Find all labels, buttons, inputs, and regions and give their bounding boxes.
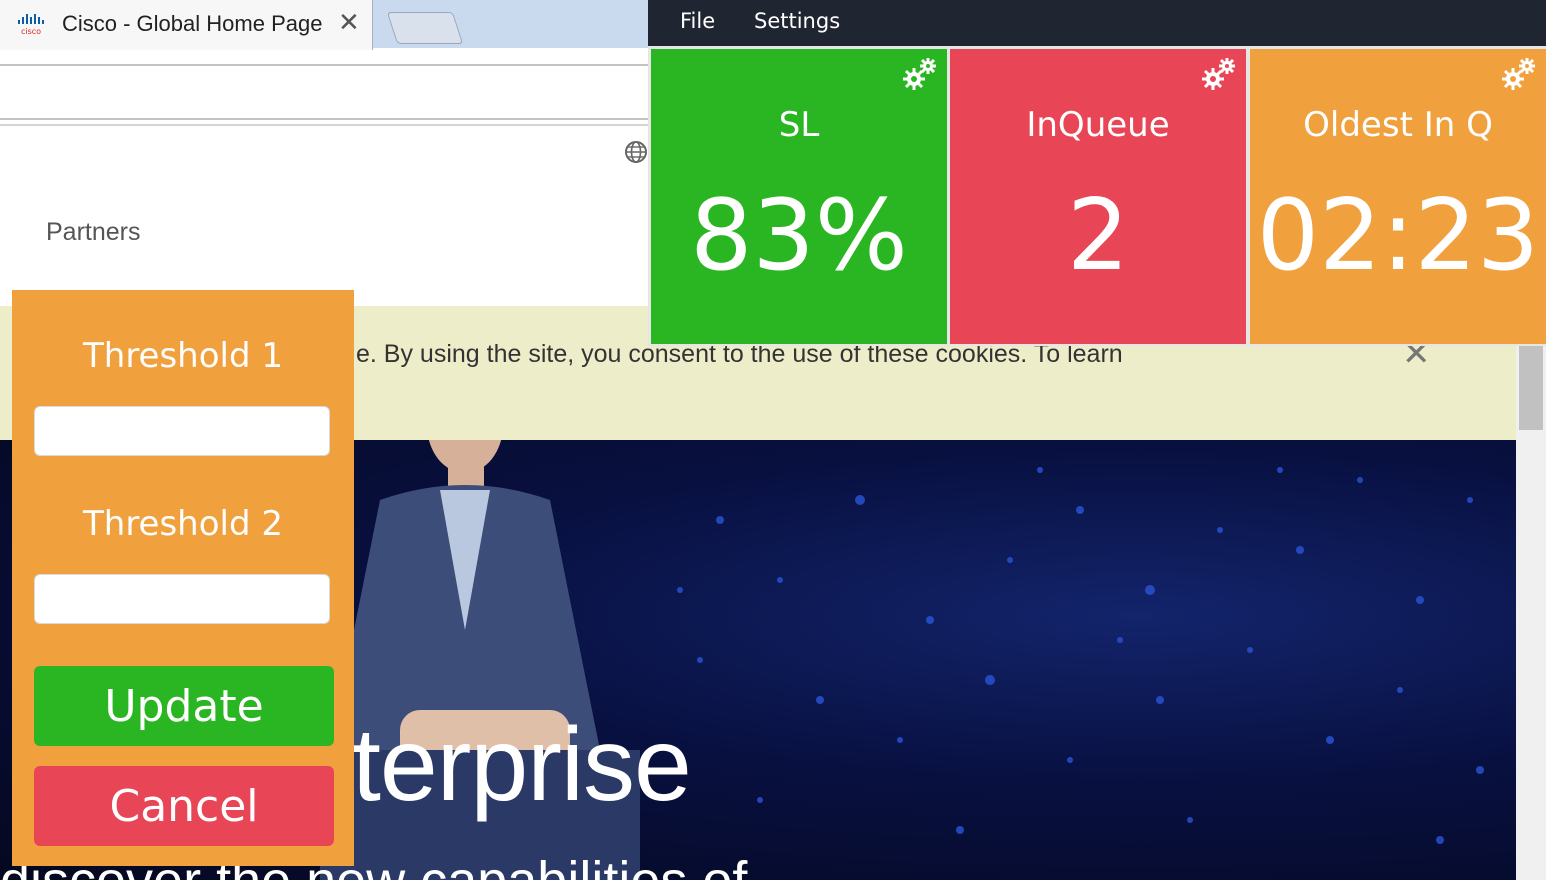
new-tab-button[interactable] xyxy=(386,12,464,44)
tile-label: InQueue xyxy=(1026,105,1170,145)
tile-label: SL xyxy=(778,105,820,145)
threshold-settings-panel: Threshold 1 Threshold 2 Update Cancel xyxy=(12,290,354,866)
app-menubar: File Settings xyxy=(648,0,1546,46)
menu-settings[interactable]: Settings xyxy=(754,9,840,33)
browser-tab[interactable]: cisco Cisco - Global Home Page ✕ xyxy=(0,0,373,50)
address-bar[interactable] xyxy=(0,64,650,120)
update-button[interactable]: Update xyxy=(34,666,334,746)
tile-sl: SL 83% xyxy=(651,49,947,344)
svg-text:cisco: cisco xyxy=(21,27,41,36)
gear-icon[interactable] xyxy=(1500,55,1538,93)
tile-oldest-in-q: Oldest In Q 02:23 xyxy=(1250,49,1546,344)
cancel-button[interactable]: Cancel xyxy=(34,766,334,846)
tab-title: Cisco - Global Home Page xyxy=(62,11,323,36)
cisco-logo-icon: cisco xyxy=(18,14,44,36)
tile-value: 2 xyxy=(1066,179,1130,293)
tile-value: 02:23 xyxy=(1256,179,1540,293)
menu-file[interactable]: File xyxy=(680,9,715,33)
tile-value: 83% xyxy=(690,179,908,293)
scrollbar-thumb[interactable] xyxy=(1519,346,1543,430)
threshold2-label: Threshold 2 xyxy=(83,504,283,544)
tile-label: Oldest In Q xyxy=(1303,105,1493,145)
nav-partners-link[interactable]: Partners xyxy=(46,218,140,247)
queue-stats-app: File Settings SL 83% InQueue 2 Oldest In… xyxy=(648,0,1546,346)
tab-close-icon[interactable]: ✕ xyxy=(338,8,360,38)
globe-icon[interactable] xyxy=(624,140,648,164)
gear-icon[interactable] xyxy=(1200,55,1238,93)
hero-headline: terprise xyxy=(352,707,692,823)
threshold1-label: Threshold 1 xyxy=(83,336,283,376)
threshold1-input[interactable] xyxy=(34,406,330,456)
browser-tab-strip: cisco Cisco - Global Home Page ✕ xyxy=(0,0,650,50)
threshold2-input[interactable] xyxy=(34,574,330,624)
page-scrollbar[interactable] xyxy=(1516,306,1546,880)
tile-inqueue: InQueue 2 xyxy=(950,49,1246,344)
gear-icon[interactable] xyxy=(901,55,939,93)
